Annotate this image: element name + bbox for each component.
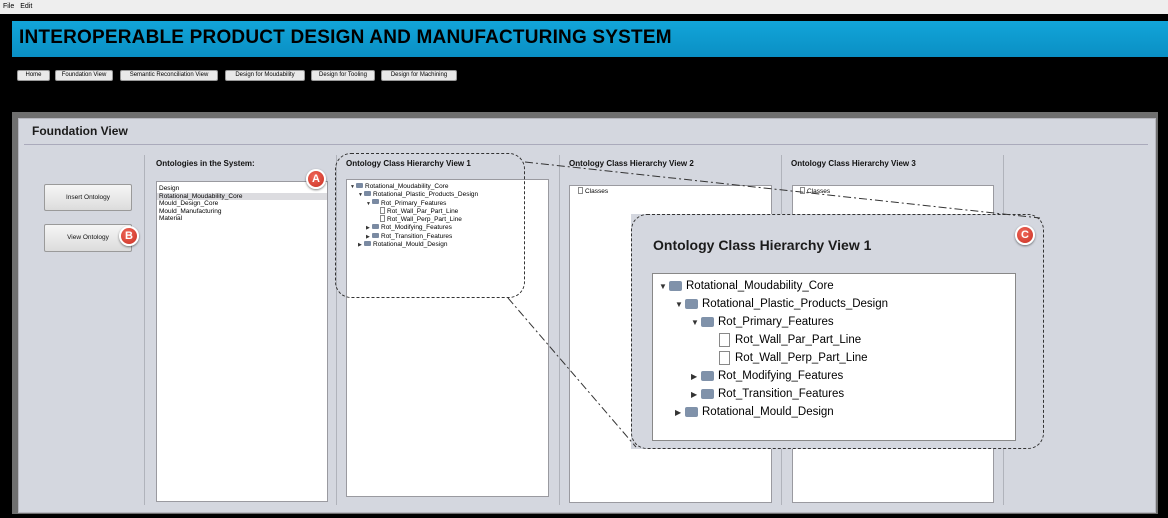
- callout-badge-a: A: [306, 169, 326, 189]
- callout-badge-c: C: [1015, 225, 1035, 245]
- connector-line: [507, 297, 637, 448]
- callout-badge-b: B: [119, 226, 139, 246]
- callout-connector-lines: [507, 161, 1041, 448]
- connector-line: [524, 161, 1041, 219]
